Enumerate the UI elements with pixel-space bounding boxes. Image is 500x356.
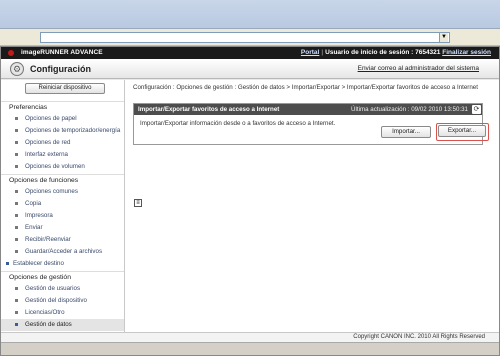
sidebar-item-volume[interactable]: Opciones de volumen [1, 161, 124, 173]
sidebar-section-management[interactable]: Opciones de gestión [1, 271, 124, 283]
sidebar-item-receive[interactable]: Recibir/Reenviar [1, 234, 124, 246]
refresh-icon[interactable]: ⟳ [472, 105, 481, 114]
page-title: Configuración [30, 64, 91, 74]
panel-header: Importar/Exportar favoritos de acceso a … [134, 104, 482, 115]
panel-description: Importar/Exportar información desde o a … [140, 120, 336, 127]
import-button[interactable]: Importar... [381, 126, 431, 138]
header-links: Portal | Usuario de inicio de sesión : 765… [300, 49, 491, 56]
footer: Copyright CANON INC. 2010 All Rights Res… [1, 332, 499, 342]
sidebar-item-store[interactable]: Guardar/Acceder a archivos [1, 246, 124, 258]
sidebar-item-paper[interactable]: Opciones de papel [1, 113, 124, 125]
browser-toolbar: ▼ [0, 29, 500, 46]
sidebar-nav: Preferencias Opciones de papel Opciones … [1, 100, 124, 331]
dropdown-arrow-icon[interactable]: ▼ [439, 33, 448, 42]
logout-link[interactable]: Finalizar sesión [442, 49, 491, 56]
scroll-top-icon[interactable]: ≡ [134, 199, 142, 207]
sidebar-section-preferences[interactable]: Preferencias [1, 101, 124, 113]
copyright: Copyright CANON INC. 2010 All Rights Res… [353, 334, 485, 340]
sidebar-item-common[interactable]: Opciones comunes [1, 186, 124, 198]
sidebar-item-destination[interactable]: Establecer destino [1, 258, 124, 270]
browser-statusbar [1, 342, 499, 355]
main-content: Configuración : Opciones de gestión : Ge… [125, 80, 499, 332]
brand-logo-icon [8, 50, 14, 56]
breadcrumb: Configuración : Opciones de gestión : Ge… [133, 84, 478, 91]
sidebar-item-licenses[interactable]: Licencias/Otro [1, 307, 124, 319]
settings-icon: ⚙ [10, 62, 24, 76]
export-button[interactable]: Exportar... [438, 125, 486, 137]
browser-title-area [0, 0, 500, 29]
sidebar-item-device[interactable]: Gestión del dispositivo [1, 295, 124, 307]
reset-device-button[interactable]: Reiniciar dispositivo [25, 83, 105, 94]
sidebar-item-copy[interactable]: Copia [1, 198, 124, 210]
import-export-panel: Importar/Exportar favoritos de acceso a … [133, 103, 489, 145]
sidebar-item-data[interactable]: Gestión de datos [1, 319, 124, 331]
brand-name: imageRUNNER ADVANCE [21, 49, 103, 56]
sidebar-item-users[interactable]: Gestión de usuarios [1, 283, 124, 295]
portal-link[interactable]: Portal [301, 49, 319, 56]
last-update: Última actualización : 09/02 2010 13:50:… [351, 106, 468, 113]
sidebar-item-network[interactable]: Opciones de red [1, 137, 124, 149]
panel-title: Importar/Exportar favoritos de acceso a … [138, 106, 280, 113]
address-bar[interactable]: ▼ [40, 32, 450, 43]
sidebar-item-send[interactable]: Enviar [1, 222, 124, 234]
sidebar-item-printer[interactable]: Impresora [1, 210, 124, 222]
login-user: Usuario de inicio de sesión : 7654321 [325, 49, 441, 56]
app-window: imageRUNNER ADVANCE Portal | Usuario de in… [0, 46, 500, 356]
sidebar-item-timer[interactable]: Opciones de temporizador/energía [1, 125, 124, 137]
page-titlebar: ⚙ Configuración Enviar correo al adminis… [1, 59, 499, 79]
email-admin-link[interactable]: Enviar correo al administrador del siste… [358, 65, 479, 72]
sidebar-item-interface[interactable]: Interfaz externa [1, 149, 124, 161]
sidebar: Reiniciar dispositivo Preferencias Opcio… [1, 80, 125, 332]
sidebar-section-functions[interactable]: Opciones de funciones [1, 174, 124, 186]
top-header: imageRUNNER ADVANCE Portal | Usuario de in… [1, 47, 499, 59]
